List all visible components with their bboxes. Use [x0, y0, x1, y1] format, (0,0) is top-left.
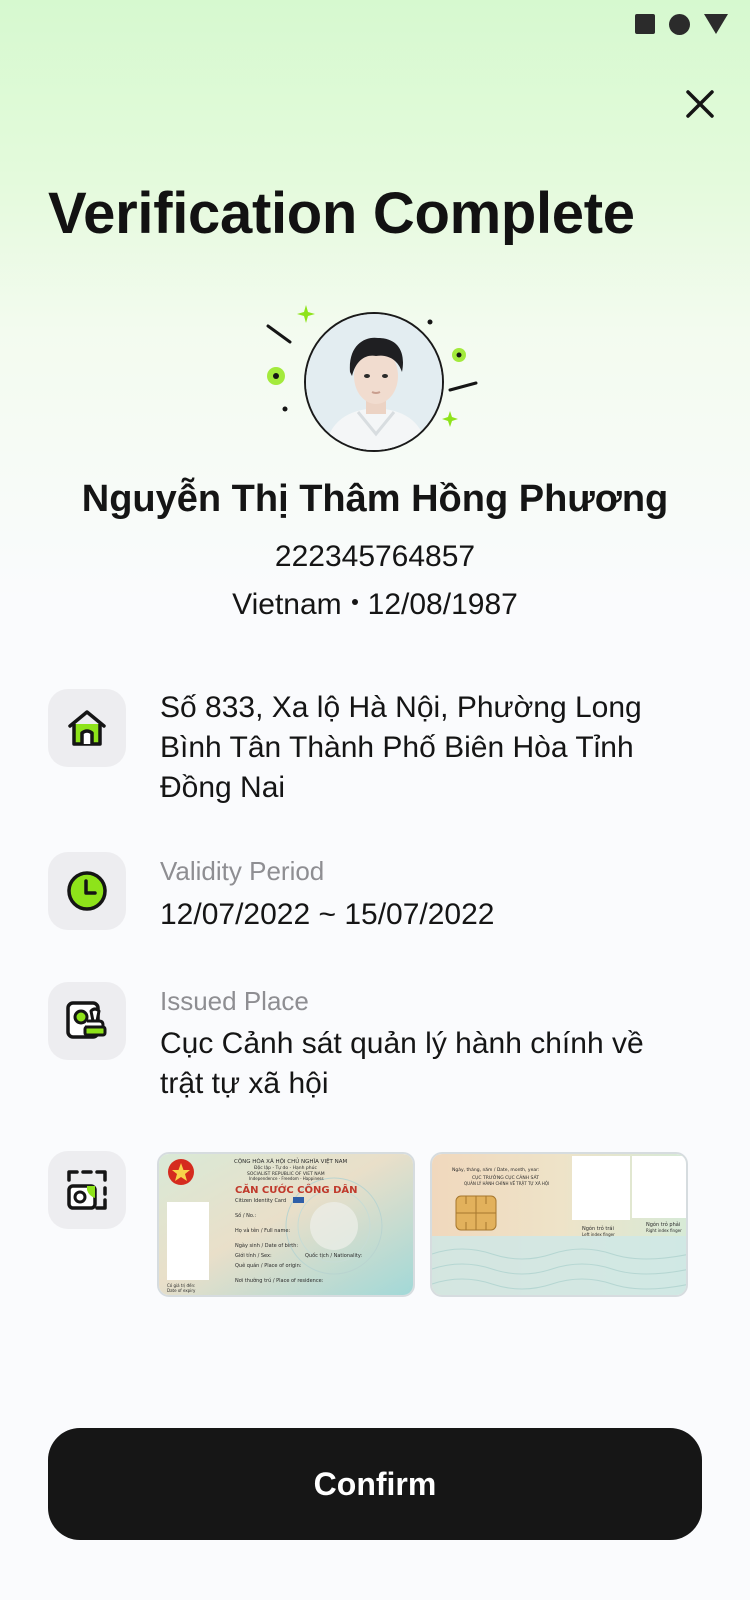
page-title: Verification Complete	[48, 181, 635, 246]
circle-icon	[669, 13, 690, 35]
card-field-expiry-en: Date of expiry	[167, 1288, 196, 1293]
card-title: CĂN CƯỚC CÔNG DÂN	[235, 1183, 358, 1196]
person-name: Nguyễn Thị Thâm Hồng Phương	[81, 478, 669, 520]
left-finger-label-en: Left index finger	[582, 1232, 615, 1237]
card-field-dob: Ngày sinh / Date of birth:	[235, 1242, 298, 1249]
card-header-2: Độc lập - Tự do - Hạnh phúc	[254, 1164, 317, 1171]
triangle-icon	[704, 14, 728, 34]
clock-icon	[67, 871, 107, 911]
id-scan-icon	[67, 1170, 107, 1210]
address-line: Đồng Nai	[160, 771, 286, 804]
validity-label: Validity Period	[160, 856, 325, 886]
card-field-no: Số / No.:	[235, 1212, 256, 1219]
address-text: Số 833, Xa lộ Hà Nội, Phường Long Bình T…	[160, 688, 700, 808]
close-icon	[686, 90, 714, 118]
issued-place-label: Issued Place	[160, 986, 309, 1016]
address-icon-box	[48, 689, 126, 767]
left-finger-label: Ngón trỏ trái	[582, 1225, 614, 1232]
card-subtitle: Citizen Identity Card	[235, 1198, 286, 1204]
home-icon	[68, 710, 106, 746]
issued-place-line: trật tự xã hội	[160, 1067, 329, 1100]
card-field-origin: Quê quán / Place of origin:	[235, 1262, 302, 1269]
address-line: Bình Tân Thành Phố Biên Hòa Tỉnh	[160, 731, 634, 764]
back-authority-2: QUẢN LÝ HÀNH CHÍNH VỀ TRẬT TỰ XÃ HỘI	[464, 1181, 549, 1186]
id-card-front-image[interactable]: CỘNG HÒA XÃ HỘI CHỦ NGHĨA VIỆT NAM Độc l…	[157, 1152, 415, 1297]
avatar	[304, 312, 444, 452]
nationality-birthdate: Vietnam 12/08/1987	[0, 588, 750, 622]
card-field-sex: Giới tính / Sex:	[235, 1252, 272, 1259]
right-finger-label: Ngón trỏ phải	[646, 1221, 680, 1228]
issued-place-line: Cục Cảnh sát quản lý hành chính về	[160, 1027, 644, 1060]
close-button[interactable]	[680, 84, 722, 126]
id-card-back-image[interactable]: Ngày, tháng, năm / Date, month, year: CỤ…	[430, 1152, 688, 1297]
separator-dot	[351, 599, 358, 606]
id-number: 222345764857	[274, 540, 476, 573]
back-date-line: Ngày, tháng, năm / Date, month, year:	[452, 1166, 539, 1173]
card-header-4: Independence - Freedom - Happiness	[249, 1176, 324, 1181]
validity-value: 12/07/2022 ~ 15/07/2022	[160, 898, 495, 931]
address-line: Số 833, Xa lộ Hà Nội, Phường Long	[160, 691, 642, 724]
stamp-icon	[66, 1001, 107, 1039]
status-bar	[635, 12, 728, 36]
confirm-button[interactable]: Confirm	[48, 1428, 702, 1540]
birth-date: 12/08/1987	[367, 588, 518, 621]
card-header-1: CỘNG HÒA XÃ HỘI CHỦ NGHĨA VIỆT NAM	[234, 1157, 348, 1165]
card-field-residence: Nơi thường trú / Place of residence:	[235, 1277, 324, 1284]
issued-place-text: Cục Cảnh sát quản lý hành chính về trật …	[160, 1024, 700, 1104]
square-icon	[635, 14, 655, 34]
validity-icon-box	[48, 852, 126, 930]
card-field-name: Họ và tên / Full name:	[235, 1227, 290, 1234]
issued-place-icon-box	[48, 982, 126, 1060]
card-field-nat: Quốc tịch / Nationality:	[305, 1252, 362, 1259]
nationality: Vietnam	[232, 588, 342, 621]
id-images-icon-box	[48, 1151, 126, 1229]
right-finger-label-en: Right index finger	[646, 1228, 682, 1233]
